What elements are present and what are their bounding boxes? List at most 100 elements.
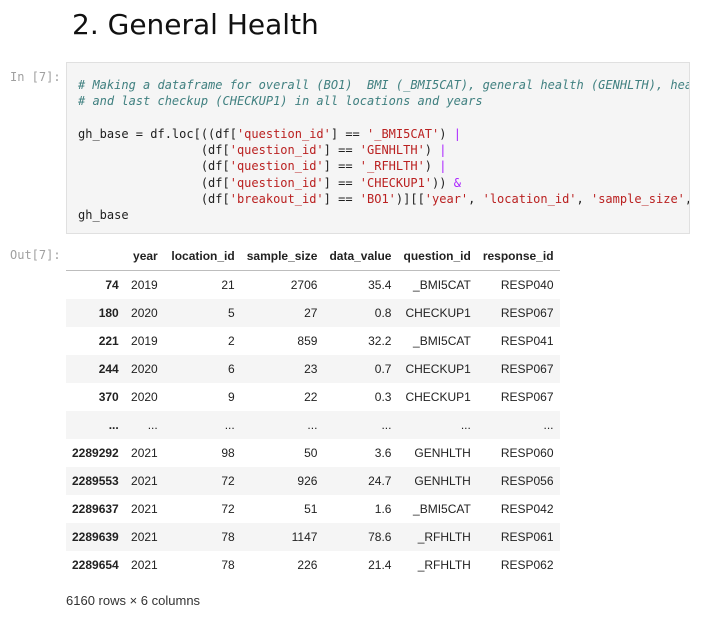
row-index: 74 xyxy=(105,278,119,292)
table-row: 2289292 2021 98 50 3.6 GENHLTH RESP060 xyxy=(66,439,560,467)
row-index: 2289639 xyxy=(72,530,119,544)
output-prompt: Out[7]: xyxy=(10,248,61,262)
code-operator: | xyxy=(439,143,447,158)
cell-question-id: ... xyxy=(460,418,471,432)
table-row: 221 2019 2 859 32.2 _BMI5CAT RESP041 xyxy=(66,327,560,355)
cell-sample-size: 22 xyxy=(304,390,318,404)
input-prompt: In [7]: xyxy=(10,70,61,84)
table-header-row: year location_id sample_size data_value … xyxy=(66,242,560,271)
row-index: 2289637 xyxy=(72,502,119,516)
code-string: '_RFHLTH' xyxy=(359,159,425,174)
code-string: 'sample_size' xyxy=(590,192,685,207)
cell-question-id: _BMI5CAT xyxy=(413,278,471,292)
cell-question-id: CHECKUP1 xyxy=(405,362,471,376)
code-token: gh_base = df.loc[((df[ xyxy=(78,126,237,141)
code-string: 'CHECKUP1' xyxy=(359,175,433,190)
column-header-year: year xyxy=(124,242,164,271)
code-token: ] == xyxy=(323,192,360,207)
column-header-index xyxy=(66,242,125,271)
table-row: 244 2020 6 23 0.7 CHECKUP1 RESP067 xyxy=(66,355,560,383)
row-index: ... xyxy=(108,418,119,432)
code-token: (df[ xyxy=(78,192,230,207)
cell-response-id: ... xyxy=(543,418,554,432)
code-string: 'location_id' xyxy=(482,192,577,207)
code-string: 'question_id' xyxy=(229,143,324,158)
cell-sample-size: 926 xyxy=(297,474,318,488)
code-string: 'GENHLTH' xyxy=(359,143,425,158)
code-token: , xyxy=(468,192,483,207)
cell-sample-size: 23 xyxy=(304,362,318,376)
code-token: )][[ xyxy=(395,192,425,207)
code-comment: # and last checkup (CHECKUP1) in all loc… xyxy=(78,94,483,109)
cell-question-id: _RFHLTH xyxy=(417,530,471,544)
code-editor[interactable]: # Making a dataframe for overall (BO1) B… xyxy=(67,63,689,224)
cell-data-value: ... xyxy=(381,418,392,432)
cell-sample-size: 50 xyxy=(304,446,318,460)
code-cell[interactable]: # Making a dataframe for overall (BO1) B… xyxy=(66,62,690,234)
code-token: (df[ xyxy=(78,159,230,174)
table-row-ellipsis: ... ... ... ... ... ... ... xyxy=(66,411,560,439)
cell-data-value: 3.6 xyxy=(374,446,392,460)
cell-year: 2021 xyxy=(131,474,158,488)
cell-data-value: 78.6 xyxy=(368,530,392,544)
cell-location-id: 98 xyxy=(221,446,235,460)
code-operator: | xyxy=(453,126,461,141)
code-token: gh_base xyxy=(78,208,129,223)
row-index: 370 xyxy=(98,390,119,404)
cell-response-id: RESP062 xyxy=(500,558,554,572)
table-row: 180 2020 5 27 0.8 CHECKUP1 RESP067 xyxy=(66,299,560,327)
code-token: (df[ xyxy=(78,175,230,190)
code-string: 'question_id' xyxy=(229,159,324,174)
row-index: 2289292 xyxy=(72,446,119,460)
column-header-data-value: data_value xyxy=(323,242,398,271)
table-row: 2289553 2021 72 926 24.7 GENHLTH RESP056 xyxy=(66,467,560,495)
cell-data-value: 0.3 xyxy=(374,390,392,404)
cell-location-id: 78 xyxy=(221,558,235,572)
row-index: 221 xyxy=(98,334,119,348)
column-header-location-id: location_id xyxy=(163,242,241,271)
row-index: 2289553 xyxy=(72,474,119,488)
column-header-sample-size: sample_size xyxy=(240,242,324,271)
code-comment: # Making a dataframe for overall (BO1) B… xyxy=(78,78,690,92)
cell-sample-size: 2706 xyxy=(290,278,318,292)
cell-sample-size: 226 xyxy=(297,558,318,572)
code-token: ] == xyxy=(323,175,360,190)
cell-year: 2020 xyxy=(131,306,158,320)
cell-response-id: RESP060 xyxy=(500,446,554,460)
cell-year: 2021 xyxy=(131,502,158,516)
cell-question-id: GENHLTH xyxy=(414,474,471,488)
code-operator: | xyxy=(439,159,447,174)
cell-year: 2019 xyxy=(131,278,158,292)
cell-data-value: 24.7 xyxy=(368,474,392,488)
code-string: '_BMI5CAT' xyxy=(367,126,440,141)
table-row: 74 2019 21 2706 35.4 _BMI5CAT RESP040 xyxy=(66,271,560,300)
cell-year: ... xyxy=(147,418,158,432)
cell-sample-size: 51 xyxy=(304,502,318,516)
cell-response-id: RESP061 xyxy=(500,530,554,544)
cell-location-id: ... xyxy=(224,418,235,432)
cell-sample-size: 859 xyxy=(297,334,318,348)
cell-response-id: RESP040 xyxy=(500,278,554,292)
column-header-question-id: question_id xyxy=(397,242,477,271)
code-string: 'breakout_id' xyxy=(229,192,324,207)
code-token: , xyxy=(685,192,689,206)
cell-question-id: _BMI5CAT xyxy=(413,334,471,348)
table-row: 2289639 2021 78 1147 78.6 _RFHLTH RESP06… xyxy=(66,523,560,551)
code-token: (df[ xyxy=(78,143,230,158)
cell-data-value: 0.8 xyxy=(374,306,392,320)
code-operator: & xyxy=(453,175,461,190)
code-token: ) xyxy=(439,126,454,141)
cell-location-id: 5 xyxy=(228,306,235,320)
dataframe-shape: 6160 rows × 6 columns xyxy=(66,593,201,608)
cell-data-value: 21.4 xyxy=(368,558,392,572)
cell-sample-size: 1147 xyxy=(291,530,318,544)
cell-year: 2019 xyxy=(131,334,158,348)
code-string: 'question_id' xyxy=(229,175,324,190)
cell-question-id: CHECKUP1 xyxy=(405,306,471,320)
row-index: 180 xyxy=(98,306,119,320)
code-string: 'year' xyxy=(424,192,469,207)
cell-location-id: 6 xyxy=(228,362,235,376)
cell-year: 2021 xyxy=(131,446,158,460)
cell-location-id: 21 xyxy=(221,278,235,292)
cell-question-id: GENHLTH xyxy=(414,446,471,460)
